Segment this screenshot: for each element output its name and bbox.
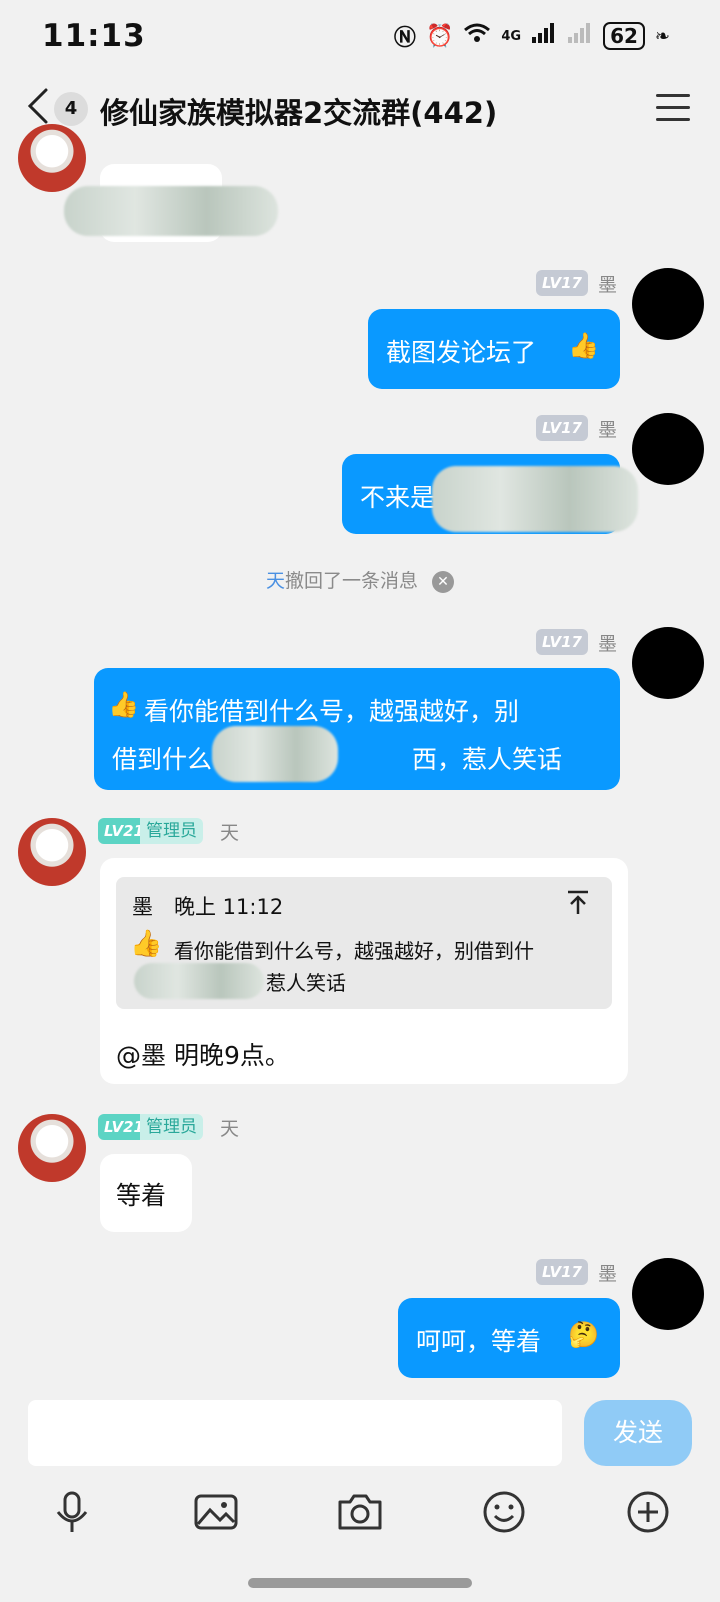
blurred-content [64, 186, 278, 236]
jump-to-top-icon[interactable] [566, 889, 590, 915]
sender-name[interactable]: 墨 [598, 1259, 617, 1286]
unread-count-badge[interactable]: 4 [54, 92, 88, 126]
message-text: 等着 [116, 1181, 167, 1210]
recall-text: 撤回了一条消息 [285, 570, 419, 592]
thumbs-up-icon: 👍 [568, 331, 600, 360]
recall-notice: 天撤回了一条消息 ✕ [0, 566, 720, 593]
quote-time: 晚上 11:12 [174, 895, 284, 919]
status-time: 11:13 [42, 18, 146, 54]
level-badge: LV17 [536, 415, 588, 441]
avatar[interactable] [18, 1114, 86, 1182]
recall-name[interactable]: 天 [266, 570, 285, 592]
home-indicator[interactable] [248, 1578, 472, 1588]
message-input[interactable] [28, 1400, 562, 1466]
back-arrow-icon[interactable] [22, 86, 56, 126]
sender-name[interactable]: 天 [220, 1114, 239, 1141]
quote-line2: 惹人笑话 [266, 971, 346, 995]
thumbs-up-icon: 👍 [108, 690, 140, 719]
quoted-message[interactable]: 墨 晚上 11:12 👍 看你能借到什么号，越强越好，别借到什 惹人笑话 [116, 877, 612, 1009]
avatar[interactable] [632, 627, 704, 699]
thumbs-up-icon: 👍 [130, 929, 163, 959]
battery-indicator: 62 [603, 22, 645, 50]
nfc-icon: Ⓝ [393, 26, 416, 51]
plus-icon[interactable] [624, 1488, 672, 1536]
alarm-icon: ⏰ [425, 23, 454, 49]
signal-icon [531, 22, 557, 50]
thinking-emoji-icon: 🤔 [568, 1320, 600, 1349]
message-text-line1: 看你能借到什么号，越强越好，别 [144, 697, 520, 726]
admin-badge: 管理员 [140, 1114, 203, 1140]
sender-name[interactable]: 墨 [598, 270, 617, 297]
network-type: 4G [501, 28, 522, 44]
sender-name[interactable]: 墨 [598, 629, 617, 656]
message-text-line2a: 借到什么 [112, 745, 213, 774]
emoji-icon[interactable] [480, 1488, 528, 1536]
signal-2-icon [567, 22, 593, 50]
message-text: @墨 明晚9点。 [116, 1041, 290, 1070]
quote-line1: 看你能借到什么号，越强越好，别借到什 [174, 939, 534, 963]
status-icons: Ⓝ ⏰ 4G 62 ❧ [394, 20, 670, 52]
avatar[interactable] [632, 268, 704, 340]
message-bubble[interactable]: 👍 看你能借到什么号，越强越好，别 借到什么 西，惹人笑话 [94, 668, 620, 790]
message-bubble[interactable]: 等着 [100, 1154, 192, 1232]
message-bubble[interactable]: 截图发论坛了 👍 [368, 309, 620, 389]
level-badge: LV17 [536, 1259, 588, 1285]
blurred-content [134, 963, 264, 999]
leaf-icon: ❧ [654, 25, 670, 47]
avatar[interactable] [18, 818, 86, 886]
message-text: 呵呵，等着 [416, 1327, 542, 1356]
image-icon[interactable] [192, 1488, 240, 1536]
send-button[interactable]: 发送 [584, 1400, 692, 1466]
level-badge: LV17 [536, 629, 588, 655]
avatar[interactable] [18, 124, 86, 192]
admin-badge: 管理员 [140, 818, 203, 844]
quote-sender: 墨 [132, 895, 153, 919]
blurred-content [212, 726, 338, 782]
chat-header: 4 修仙家族模拟器2交流群(442) [0, 76, 720, 142]
message-bubble[interactable]: 呵呵，等着 🤔 [398, 1298, 620, 1378]
message-text: 不来是 [360, 483, 436, 512]
level-badge: LV17 [536, 270, 588, 296]
avatar[interactable] [632, 413, 704, 485]
composer: 发送 [0, 1388, 720, 1602]
avatar[interactable] [632, 1258, 704, 1330]
blurred-content [432, 466, 638, 532]
camera-icon[interactable] [336, 1488, 384, 1536]
sender-name[interactable]: 墨 [598, 415, 617, 442]
menu-icon[interactable] [656, 94, 690, 124]
close-icon[interactable]: ✕ [432, 570, 455, 593]
message-text: 截图发论坛了 [386, 338, 537, 367]
microphone-icon[interactable] [48, 1488, 96, 1536]
status-bar: 11:13 Ⓝ ⏰ 4G 62 ❧ [0, 0, 720, 72]
chat-title: 修仙家族模拟器2交流群(442) [100, 96, 498, 130]
message-text-line2b: 西，惹人笑话 [412, 745, 563, 774]
sender-name[interactable]: 天 [220, 818, 239, 845]
wifi-icon [463, 22, 491, 50]
